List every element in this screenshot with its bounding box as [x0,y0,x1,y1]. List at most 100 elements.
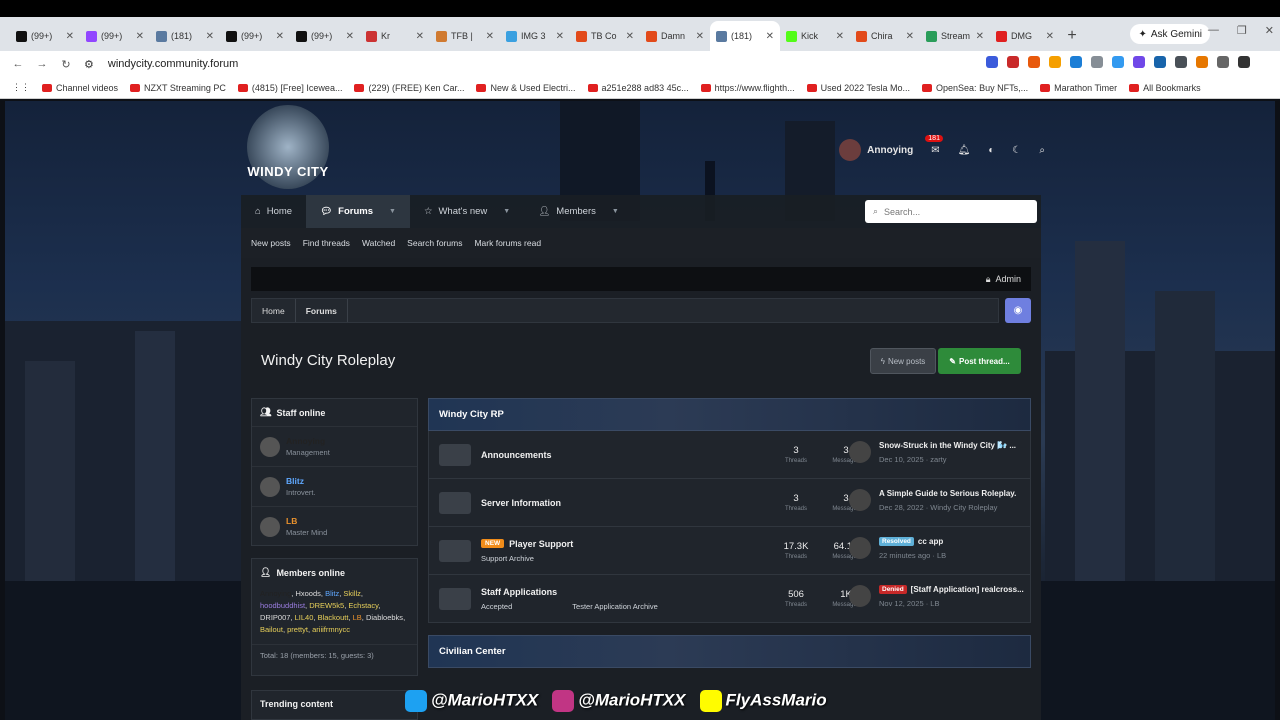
chevron-down-icon[interactable]: ▼ [612,208,619,215]
new-posts-button[interactable]: ϟ New posts [870,348,936,374]
back-button[interactable]: ← [6,58,30,70]
close-tab-icon[interactable]: ✕ [136,31,144,42]
member-link[interactable]: Diabloebks [366,613,403,622]
category-header[interactable]: Civilian Center [428,635,1031,668]
extension-icon[interactable] [1028,56,1040,68]
browser-tab[interactable]: IMG 3 ✕ [500,21,570,51]
browser-tab[interactable]: Stream ✕ [920,21,990,51]
extension-icon[interactable] [1196,56,1208,68]
category-header[interactable]: Windy City RP [428,398,1031,431]
last-post-title[interactable]: Resolved cc app [879,537,946,546]
extension-icon[interactable] [986,56,998,68]
close-tab-icon[interactable]: ✕ [416,31,424,42]
bell-icon[interactable]: 🔔︎ [958,145,971,156]
member-link[interactable]: Skillz [343,589,361,598]
avatar[interactable] [849,585,871,607]
admin-link[interactable]: Admin [995,274,1021,284]
extension-icon[interactable] [1091,56,1103,68]
close-tab-icon[interactable]: ✕ [906,31,914,42]
member-link[interactable]: prettyt [287,625,308,634]
maximize-button[interactable]: ❐ [1237,24,1247,37]
close-tab-icon[interactable]: ✕ [556,31,564,42]
member-link[interactable]: DRIP007 [260,613,290,622]
bookmark-item[interactable]: (229) (FREE) Ken Car... [354,83,464,93]
chevron-down-icon[interactable]: ▼ [503,208,510,215]
browser-tab[interactable]: (99+) ✕ [10,21,80,51]
bookmark-item[interactable]: New & Used Electri... [476,83,576,93]
avatar[interactable] [849,537,871,559]
new-tab-button[interactable]: + [1060,21,1084,51]
browser-tab[interactable]: (99+) ✕ [290,21,360,51]
member-link[interactable]: Annoying [260,589,291,598]
extension-icon[interactable] [1007,56,1019,68]
bookmark-item[interactable]: All Bookmarks [1129,83,1201,93]
extension-icon[interactable] [1070,56,1082,68]
member-link[interactable]: hoodbuddhist [260,601,305,610]
close-tab-icon[interactable]: ✕ [276,31,284,42]
staff-name[interactable]: Annoying [286,436,330,446]
last-post-title[interactable]: Snow-Struck in the Windy City 🌬️ ... [879,441,1016,450]
inbox-icon[interactable]: ✉ 181 [925,134,943,156]
browser-tab[interactable]: Chira ✕ [850,21,920,51]
close-tab-icon[interactable]: ✕ [836,31,844,42]
close-tab-icon[interactable]: ✕ [766,31,774,42]
staff-row[interactable]: Blitz Introvert. [252,466,417,506]
bookmark-item[interactable]: https://www.flighth... [700,83,795,93]
subforum-link[interactable]: Accepted [481,602,512,611]
extension-icon[interactable] [1049,56,1061,68]
subnav-link[interactable]: Mark forums read [474,238,541,248]
node-title[interactable]: Server Information [481,498,771,508]
close-window-button[interactable]: ✕ [1265,24,1274,37]
staff-row[interactable]: Annoying Management [252,426,417,466]
member-link[interactable]: Blackoutt [318,613,349,622]
member-link[interactable]: DREW5k5 [309,601,344,610]
contrast-icon[interactable]: ◐ [988,145,994,156]
breadcrumb-home[interactable]: Home [252,299,296,322]
browser-tab[interactable]: (181) ✕ [710,21,780,51]
member-link[interactable]: LIL40 [295,613,314,622]
close-tab-icon[interactable]: ✕ [346,31,354,42]
extension-icon[interactable] [1217,56,1229,68]
member-link[interactable]: Hxoods [295,589,320,598]
subnav-link[interactable]: Watched [362,238,395,248]
member-link[interactable]: ariiifrmnycc [312,625,350,634]
subnav-link[interactable]: New posts [251,238,291,248]
url-field[interactable]: windycity.community.forum [108,58,238,70]
close-tab-icon[interactable]: ✕ [486,31,494,42]
close-tab-icon[interactable]: ✕ [976,31,984,42]
nav-members[interactable]: 👤︎ Members ▼ [524,195,633,228]
bookmark-item[interactable]: Channel videos [42,83,118,93]
site-info-icon[interactable]: ⚙ [84,58,94,71]
browser-tab[interactable]: (99+) ✕ [220,21,290,51]
staff-name[interactable]: LB [286,516,327,526]
member-link[interactable]: Echstacy [348,601,378,610]
search-input[interactable]: ⌕ Search... [865,200,1037,223]
node-title[interactable]: Staff Applications [481,587,771,597]
search-icon[interactable]: ⌕ [1039,145,1045,156]
moon-icon[interactable]: ☾ [1012,145,1021,156]
last-post-title[interactable]: Denied [Staff Application] realcross... [879,585,1024,594]
browser-tab[interactable]: (181) ✕ [150,21,220,51]
minimize-button[interactable]: — [1208,24,1219,37]
node-title[interactable]: Announcements [481,450,771,460]
ask-gemini-button[interactable]: ✦ Ask Gemini [1130,24,1210,44]
close-tab-icon[interactable]: ✕ [1046,31,1054,42]
post-thread-button[interactable]: ✎ Post thread... [938,348,1021,374]
extension-icon[interactable] [1112,56,1124,68]
member-link[interactable]: LB [353,613,362,622]
extension-icon[interactable] [1175,56,1187,68]
subnav-link[interactable]: Search forums [407,238,462,248]
close-tab-icon[interactable]: ✕ [206,31,214,42]
browser-tab[interactable]: DMG ✕ [990,21,1060,51]
chevron-down-icon[interactable]: ▼ [389,208,396,215]
staff-row[interactable]: LB Master Mind [252,506,417,546]
browser-tab[interactable]: Kr ✕ [360,21,430,51]
bookmark-item[interactable]: Used 2022 Tesla Mo... [806,83,910,93]
bookmark-item[interactable]: a251e288 ad83 45c... [587,83,689,93]
browser-tab[interactable]: Damn ✕ [640,21,710,51]
account-menu[interactable]: Annoying [839,139,913,161]
bookmark-item[interactable]: Marathon Timer [1040,83,1117,93]
subnav-link[interactable]: Find threads [303,238,350,248]
breadcrumb-forums[interactable]: Forums [296,299,348,322]
bookmark-item[interactable]: OpenSea: Buy NFTs,... [922,83,1028,93]
